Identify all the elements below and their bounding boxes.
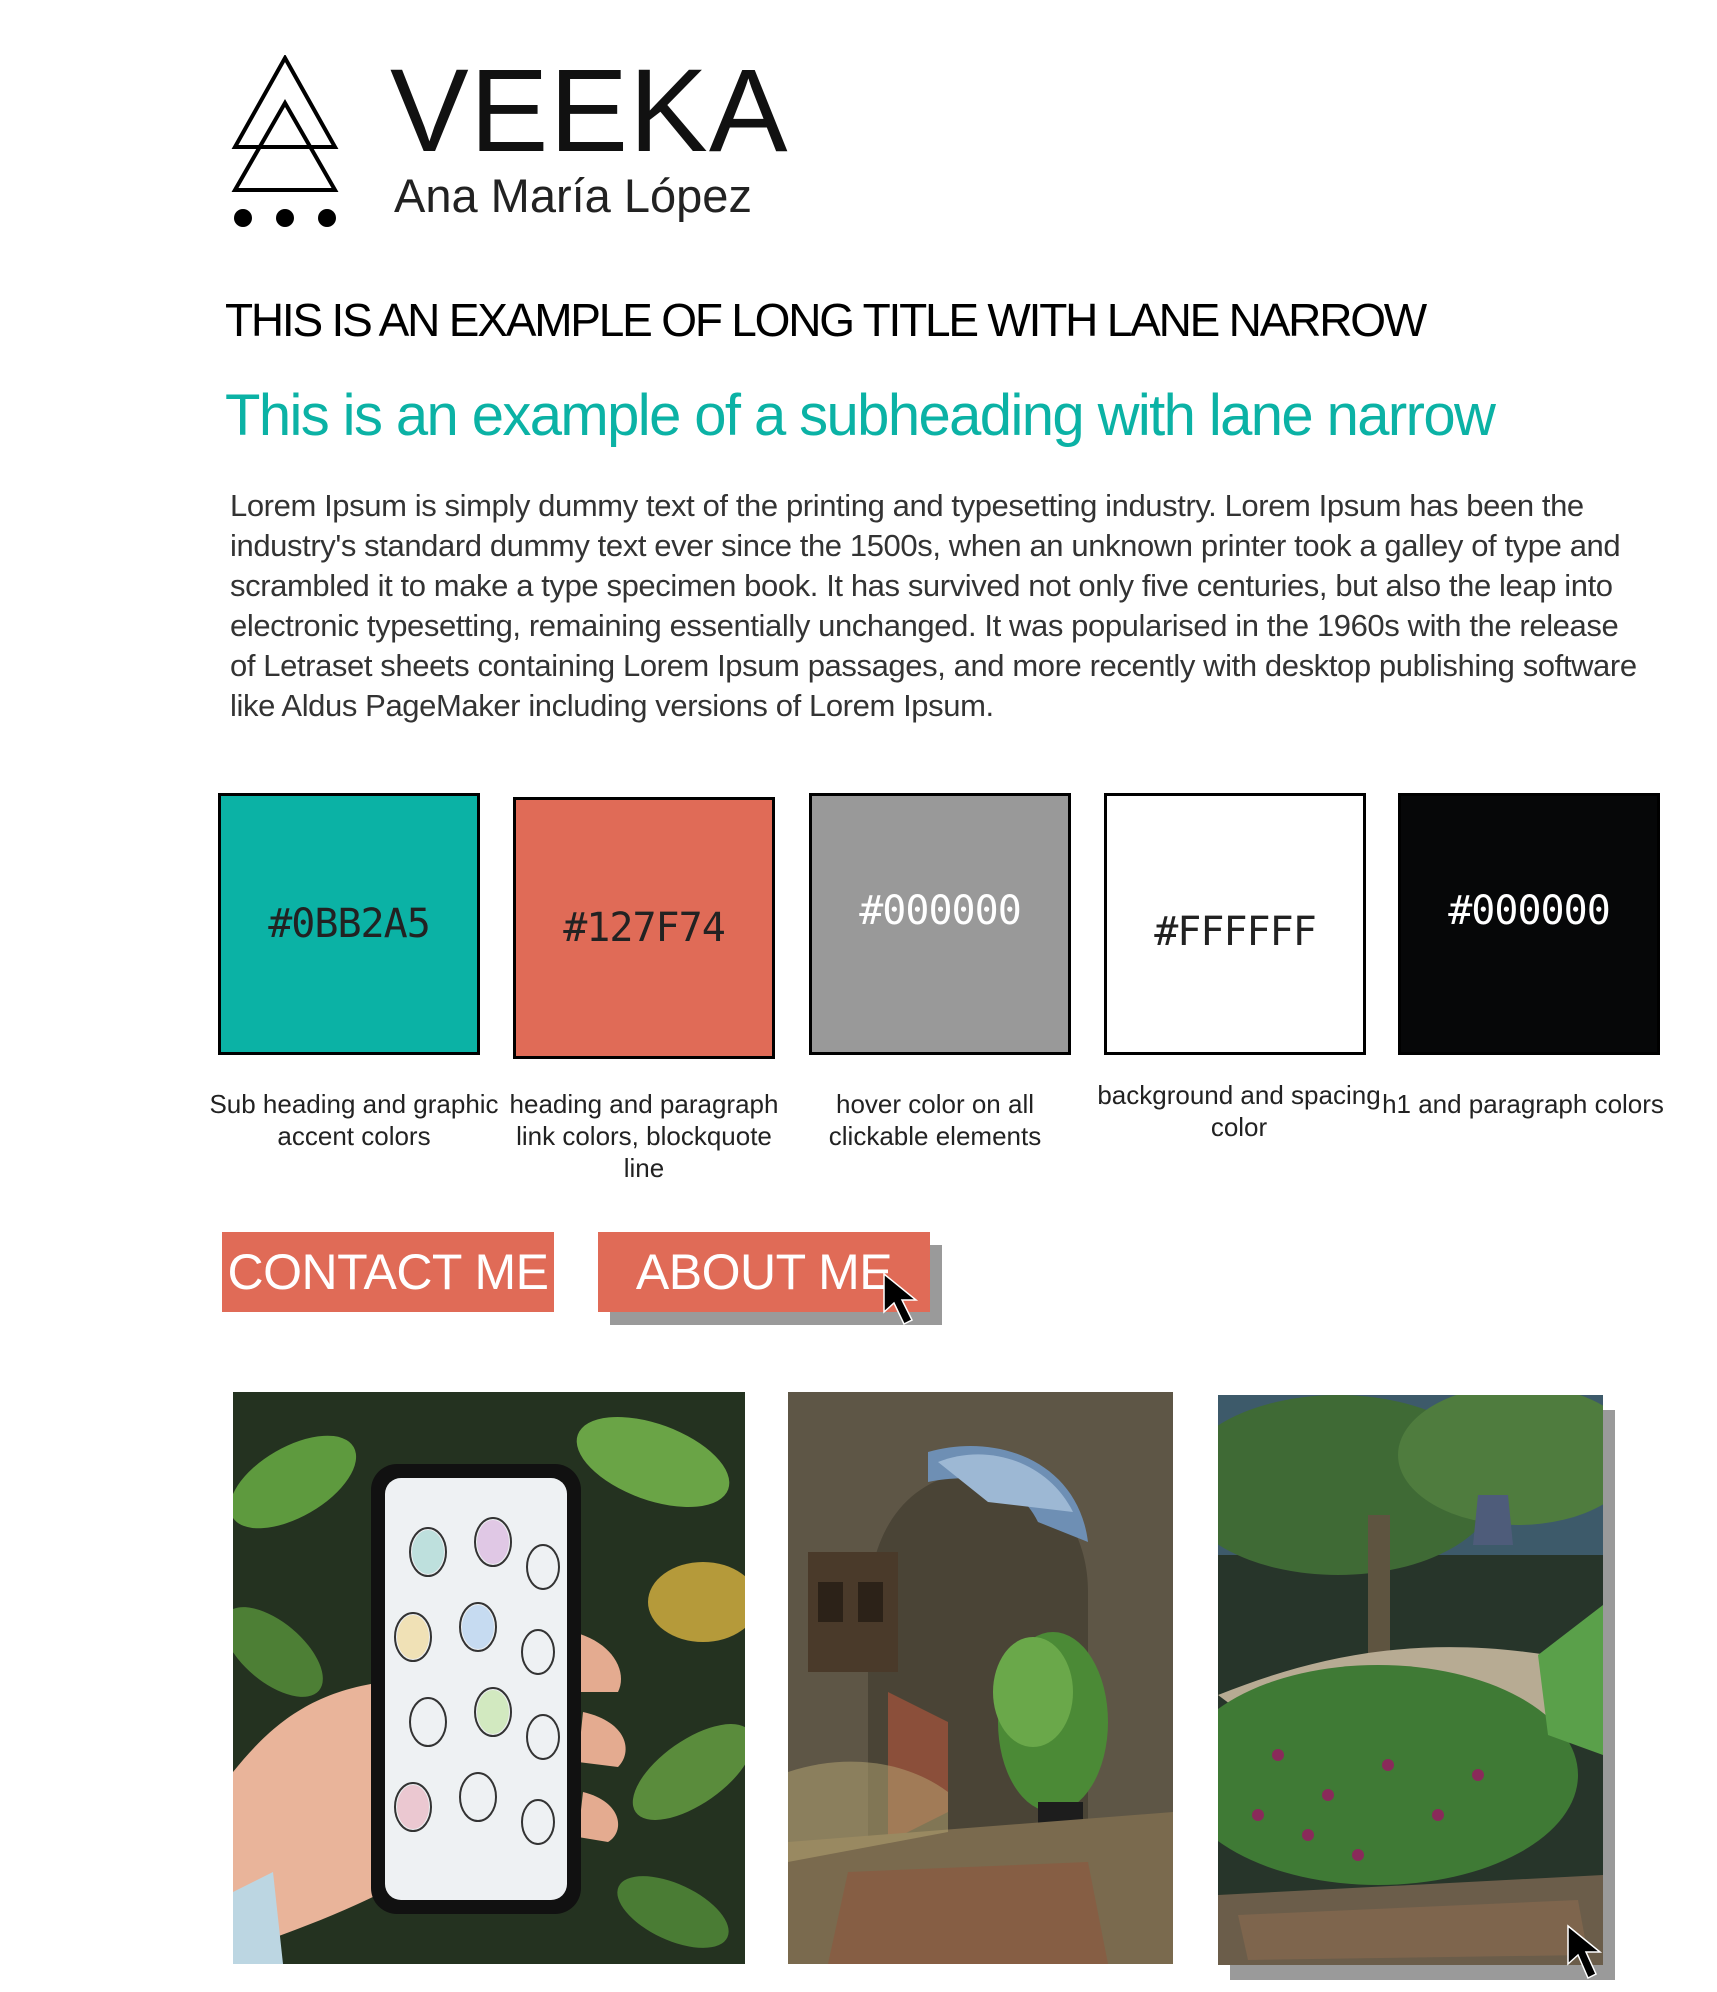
page-title: THIS IS AN EXAMPLE OF LONG TITLE WITH LA… (225, 294, 1427, 346)
swatch-teal: #0BB2A5 (218, 793, 480, 1055)
sub-heading: This is an example of a subheading with … (225, 383, 1496, 448)
body-paragraph: Lorem Ipsum is simply dummy text of the … (230, 488, 1637, 723)
swatch-hex-label: #000000 (859, 888, 1022, 935)
swatch-hex-label: #000000 (1448, 888, 1611, 935)
swatch-caption: h1 and paragraph colors (1382, 1089, 1664, 1119)
swatch-caption: hover color on all clickable elements (828, 1089, 1042, 1151)
brand-subtitle: Ana María López (394, 169, 752, 222)
logo-triangles-icon (231, 55, 339, 227)
swatch-hex-label: #0BB2A5 (268, 901, 431, 947)
gallery-image-phone-case[interactable] (233, 1392, 745, 1964)
garden-painting-illustration (1218, 1395, 1603, 1965)
swatch-hex-label: #127F74 (563, 905, 726, 951)
cursor-arrow-icon (883, 1272, 919, 1326)
swatch-caption: Sub heading and graphic accent colors (209, 1089, 499, 1151)
swatch-white: #FFFFFF (1104, 793, 1366, 1055)
about-me-button[interactable]: ABOUT ME (598, 1232, 930, 1312)
gallery-image-stone-archway[interactable] (788, 1392, 1173, 1964)
archway-painting-illustration (788, 1392, 1173, 1964)
brand-name: VEEKA (390, 45, 789, 177)
swatch-coral: #127F74 (513, 797, 775, 1059)
swatch-caption: heading and paragraph link colors, block… (509, 1089, 779, 1183)
gallery-image-garden[interactable] (1218, 1395, 1603, 1965)
contact-me-button[interactable]: CONTACT ME (222, 1232, 554, 1312)
swatch-black: #000000 (1398, 793, 1660, 1055)
cursor-arrow-icon (1567, 1924, 1603, 1980)
swatch-hex-label: #FFFFFF (1154, 908, 1317, 955)
swatch-gray: #000000 (809, 793, 1071, 1055)
phone-case-illustration (233, 1392, 745, 1964)
swatch-caption: background and spacing color (1097, 1080, 1381, 1142)
